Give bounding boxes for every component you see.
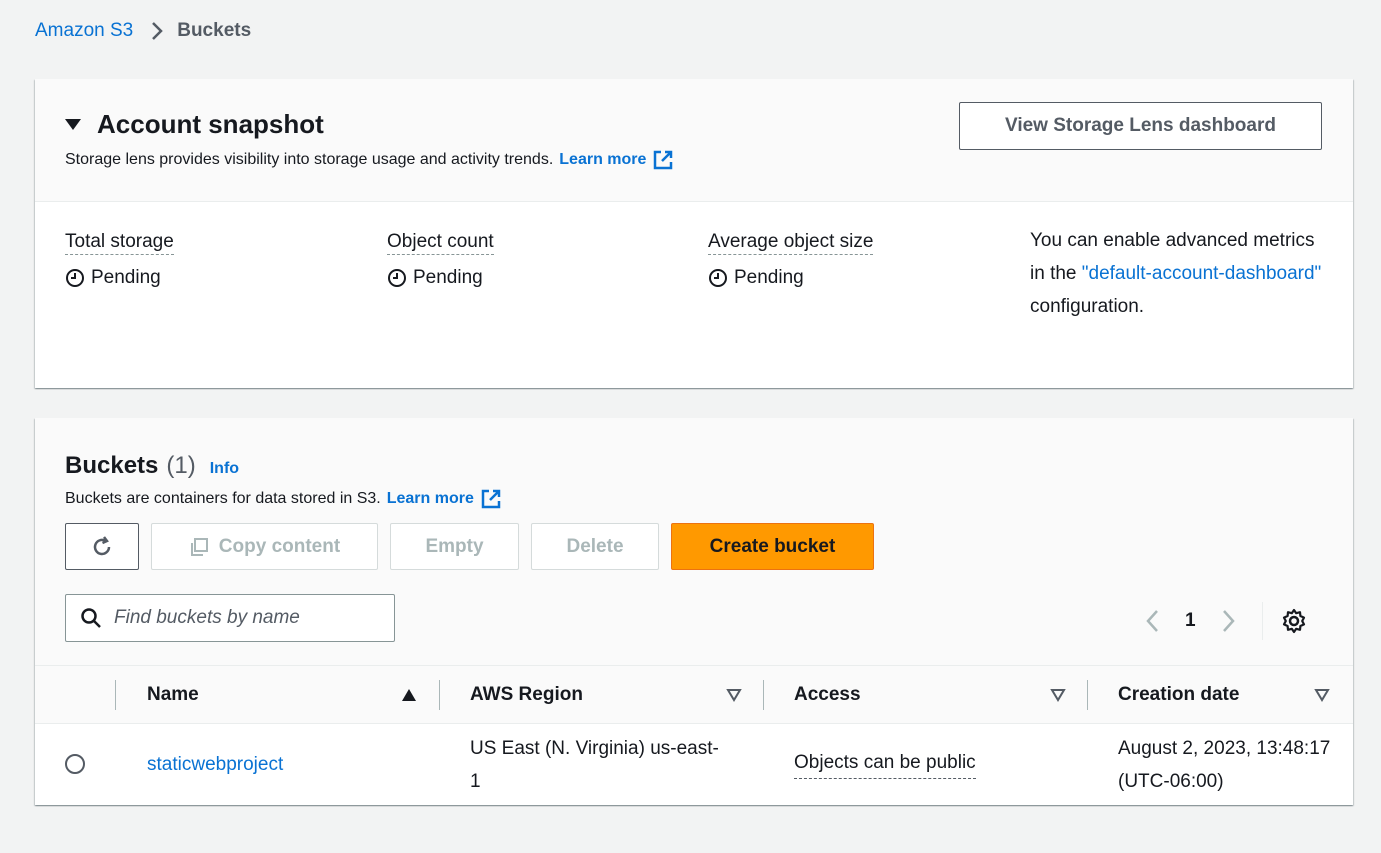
- metric-value: Pending: [708, 267, 873, 289]
- column-header-access[interactable]: Access: [794, 666, 1066, 724]
- sort-icon: [726, 688, 742, 702]
- advanced-note-suffix: configuration.: [1030, 296, 1145, 317]
- empty-button[interactable]: Empty: [390, 523, 519, 570]
- column-header-aws-region[interactable]: AWS Region: [470, 666, 742, 724]
- next-page-icon[interactable]: [1222, 609, 1236, 633]
- account-snapshot-toggle[interactable]: Account snapshot: [65, 109, 324, 140]
- external-link-icon: [480, 488, 502, 510]
- column-header-creation-date[interactable]: Creation date: [1118, 666, 1330, 724]
- metric-object-count: Object count Pending: [387, 231, 494, 289]
- buckets-header: Buckets (1) Info Buckets are containers …: [35, 418, 1353, 666]
- buckets-table-header: Name AWS Region Access Creation date: [35, 666, 1353, 724]
- default-account-dashboard-link[interactable]: "default-account-dashboard": [1082, 263, 1322, 284]
- sort-icon: [1314, 688, 1330, 702]
- copy-icon: [189, 537, 209, 557]
- column-header-label: Creation date: [1118, 684, 1240, 705]
- metric-label[interactable]: Object count: [387, 231, 494, 255]
- clock-icon: [708, 268, 728, 288]
- refresh-button[interactable]: [65, 523, 139, 570]
- column-header-label: Name: [147, 684, 199, 705]
- previous-page-icon[interactable]: [1145, 609, 1159, 633]
- buckets-description: Buckets are containers for data stored i…: [65, 488, 502, 510]
- metric-value: Pending: [387, 267, 494, 289]
- column-header-label: Access: [794, 684, 861, 705]
- external-link-icon: [652, 149, 674, 171]
- copy-content-label: Copy content: [218, 535, 341, 557]
- snapshot-learn-more-link[interactable]: Learn more: [559, 149, 674, 171]
- row-select-radio[interactable]: [65, 754, 85, 774]
- table-row[interactable]: staticwebproject US East (N. Virginia) u…: [35, 724, 1353, 805]
- create-bucket-button[interactable]: Create bucket: [671, 523, 874, 570]
- buckets-title-row: Buckets (1) Info: [65, 452, 239, 480]
- metric-average-object-size: Average object size Pending: [708, 231, 874, 289]
- breadcrumb: Amazon S3 Buckets: [35, 20, 251, 42]
- buckets-title: Buckets: [65, 452, 159, 479]
- gear-icon[interactable]: [1281, 608, 1307, 634]
- column-divider: [439, 680, 440, 710]
- buckets-learn-more-link[interactable]: Learn more: [387, 488, 502, 510]
- advanced-metrics-note: You can enable advanced metrics in the "…: [1030, 224, 1330, 323]
- delete-button[interactable]: Delete: [531, 523, 659, 570]
- bucket-creation-date: August 2, 2023, 13:48:17 (UTC-06:00): [1118, 738, 1331, 792]
- metric-status-text: Pending: [734, 267, 804, 288]
- buckets-count: (1): [166, 452, 196, 479]
- buckets-panel: Buckets (1) Info Buckets are containers …: [35, 418, 1353, 805]
- pagination-divider: [1261, 602, 1263, 640]
- refresh-icon: [90, 535, 114, 559]
- sort-icon: [1050, 688, 1066, 702]
- metric-status-text: Pending: [91, 267, 161, 288]
- view-storage-lens-dashboard-button[interactable]: View Storage Lens dashboard: [959, 102, 1322, 150]
- bucket-search: [65, 594, 395, 642]
- bucket-name-link[interactable]: staticwebproject: [147, 748, 283, 781]
- breadcrumb-amazon-s3-link[interactable]: Amazon S3: [35, 20, 133, 42]
- current-page-number[interactable]: 1: [1185, 610, 1196, 632]
- bucket-region: US East (N. Virginia) us-east-1: [470, 738, 719, 792]
- clock-icon: [65, 268, 85, 288]
- search-input[interactable]: [114, 607, 374, 629]
- breadcrumb-current: Buckets: [177, 20, 252, 41]
- account-snapshot-description: Storage lens provides visibility into st…: [65, 149, 674, 171]
- search-icon: [80, 607, 102, 629]
- column-divider: [115, 680, 116, 710]
- account-snapshot-panel: Account snapshot Storage lens provides v…: [35, 79, 1353, 388]
- column-divider: [1087, 680, 1088, 710]
- sort-ascending-icon: [401, 688, 417, 702]
- column-header-name[interactable]: Name: [147, 666, 417, 724]
- caret-down-icon: [65, 119, 81, 130]
- metric-value: Pending: [65, 267, 174, 289]
- metric-label[interactable]: Average object size: [708, 231, 874, 255]
- account-snapshot-header: Account snapshot Storage lens provides v…: [35, 79, 1353, 202]
- metric-label[interactable]: Total storage: [65, 231, 174, 255]
- buckets-info-link[interactable]: Info: [210, 460, 239, 478]
- snapshot-learn-more-label: Learn more: [559, 151, 647, 168]
- pagination: 1: [1145, 602, 1307, 640]
- buckets-description-text: Buckets are containers for data stored i…: [65, 490, 381, 507]
- column-header-label: AWS Region: [470, 684, 583, 705]
- buckets-learn-more-label: Learn more: [386, 490, 474, 507]
- snapshot-description-text: Storage lens provides visibility into st…: [65, 151, 554, 168]
- metric-total-storage: Total storage Pending: [65, 231, 174, 289]
- account-snapshot-title: Account snapshot: [97, 109, 324, 139]
- clock-icon: [387, 268, 407, 288]
- bucket-access[interactable]: Objects can be public: [794, 748, 976, 779]
- chevron-right-icon: [151, 21, 164, 41]
- column-divider: [763, 680, 764, 710]
- metric-status-text: Pending: [413, 267, 483, 288]
- copy-content-button[interactable]: Copy content: [151, 523, 378, 570]
